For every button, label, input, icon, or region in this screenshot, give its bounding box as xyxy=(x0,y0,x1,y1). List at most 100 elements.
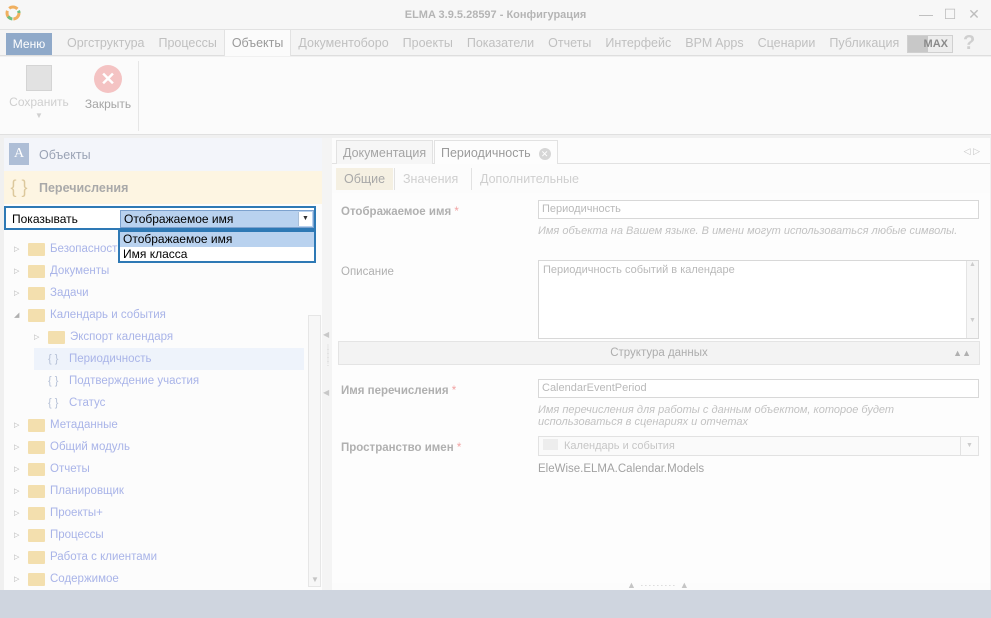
enum-name-label: Имя перечисления * xyxy=(341,385,457,397)
tab-reports[interactable]: Отчеты xyxy=(541,30,598,56)
ribbon-toolbar: Сохранить ▼ ✕ Закрыть xyxy=(0,57,991,135)
tab-projects[interactable]: Проекты xyxy=(396,30,460,56)
collapse-left-icon[interactable]: ◀ xyxy=(323,388,329,397)
enum-name-field[interactable]: CalendarEventPeriod xyxy=(538,379,979,398)
data-structure-group[interactable]: Структура данных ▲▲ xyxy=(338,341,980,365)
braces-icon: { } xyxy=(10,177,28,197)
tree-item-security[interactable]: ▷ Безопасность xyxy=(14,238,123,260)
object-tree-panel: A Объекты { } Перечисления ▷ Безопасность… xyxy=(4,138,322,590)
property-tabs: Общие Значения Дополнительные xyxy=(332,168,990,190)
tab-documentation[interactable]: Документация xyxy=(336,140,434,164)
tab-nav-arrows[interactable]: ◁ ▷ xyxy=(964,146,980,157)
panel-splitter[interactable]: ◀ ⋮ ⋮ ⋮ ⋮ ⋮ ◀ xyxy=(322,138,332,590)
chevron-down-icon[interactable]: ▼ xyxy=(960,437,978,455)
chevron-down-icon[interactable]: ▼ xyxy=(6,111,72,120)
tab-documents[interactable]: Документоборо xyxy=(291,30,395,56)
chevron-down-icon[interactable]: ▼ xyxy=(298,212,312,226)
close-button[interactable]: ✕ Закрыть xyxy=(80,65,136,111)
expand-icon[interactable]: ▷ xyxy=(14,267,24,275)
tree-item-status[interactable]: { } Статус xyxy=(34,392,105,414)
textarea-scrollbar[interactable]: ▲ ▼ xyxy=(966,261,978,338)
namespace-label: Пространство имен * xyxy=(341,442,462,454)
tab-periodicity[interactable]: Периодичность ✕ xyxy=(434,140,558,164)
expand-icon[interactable]: ▷ xyxy=(14,289,24,297)
collapse-up-icon[interactable]: ▲▲ xyxy=(953,342,971,364)
objects-section-header[interactable]: A Объекты xyxy=(4,138,322,171)
tab-objects[interactable]: Объекты xyxy=(223,30,292,56)
folder-icon xyxy=(28,528,45,542)
close-window-icon[interactable]: ✕ xyxy=(966,6,982,22)
tree-item-crm[interactable]: ▷ Работа с клиентами xyxy=(14,546,157,568)
tab-interface[interactable]: Интерфейс xyxy=(598,30,678,56)
tree-item-documents[interactable]: ▷ Документы xyxy=(14,260,109,282)
braces-icon: { } xyxy=(48,375,59,387)
minimize-icon[interactable]: — xyxy=(918,6,934,22)
tree-item-periodicity[interactable]: { } Периодичность xyxy=(34,348,304,370)
tree-item-metadata[interactable]: ▷ Метаданные xyxy=(14,414,118,436)
display-name-hint: Имя объекта на Вашем языке. В имени могу… xyxy=(538,225,958,237)
expand-icon[interactable]: ▷ xyxy=(14,531,24,539)
tab-scenarios[interactable]: Сценарии xyxy=(751,30,823,56)
expand-icon[interactable]: ▷ xyxy=(14,421,24,429)
scroll-down-icon[interactable]: ▼ xyxy=(311,575,319,584)
expand-icon[interactable]: ▷ xyxy=(34,333,44,341)
tree-item-calendar[interactable]: ◢ Календарь и события xyxy=(14,304,166,326)
tree-item-calendar-export[interactable]: ▷ Экспорт календаря xyxy=(34,326,173,348)
show-filter-row: Показывать Отображаемое имя ▼ xyxy=(4,206,316,230)
folder-icon xyxy=(28,242,45,256)
tree-item-scheduler[interactable]: ▷ Планировщик xyxy=(14,480,124,502)
editor-panel: Документация Периодичность ✕ ◁ ▷ Общие Зн… xyxy=(332,138,990,590)
maximize-icon[interactable]: ☐ xyxy=(942,6,958,22)
window-title: ELMA 3.9.5.28597 - Конфигурация xyxy=(404,9,587,21)
close-tab-icon[interactable]: ✕ xyxy=(538,148,551,160)
resize-handle-icon[interactable]: ▲ ········· ▲ xyxy=(627,580,690,590)
option-class-name[interactable]: Имя класса xyxy=(120,247,314,262)
namespace-select[interactable]: Календарь и события ▼ xyxy=(538,436,979,456)
tree-scrollbar[interactable]: ▼ xyxy=(308,315,321,587)
expand-icon[interactable]: ▷ xyxy=(14,553,24,561)
collapse-left-icon[interactable]: ◀ xyxy=(323,330,329,339)
expand-icon[interactable]: ▷ xyxy=(14,245,24,253)
tree-item-common-module[interactable]: ▷ Общий модуль xyxy=(14,436,130,458)
help-icon[interactable]: ? xyxy=(963,32,975,55)
namespace-full-name: EleWise.ELMA.Calendar.Models xyxy=(538,463,705,475)
braces-icon: { } xyxy=(48,397,59,409)
objects-icon: A xyxy=(9,143,29,165)
max-edition-badge: MAX xyxy=(907,35,953,53)
group-label: Структура данных xyxy=(610,347,708,359)
folder-icon xyxy=(28,484,45,498)
folder-icon xyxy=(28,440,45,454)
tree-item-participation[interactable]: { } Подтверждение участия xyxy=(34,370,199,392)
tab-processes[interactable]: Процессы xyxy=(151,30,223,56)
tab-orgstructure[interactable]: Оргструктура xyxy=(60,30,151,56)
display-name-field[interactable]: Периодичность xyxy=(538,200,979,219)
expand-icon[interactable]: ▷ xyxy=(14,465,24,473)
tree-item-processes[interactable]: ▷ Процессы xyxy=(14,524,104,546)
tab-bpm-apps[interactable]: BPM Apps xyxy=(678,30,750,56)
tab-kpi[interactable]: Показатели xyxy=(460,30,541,56)
option-display-name[interactable]: Отображаемое имя xyxy=(120,232,314,247)
main-menu-button[interactable]: Меню xyxy=(6,33,52,55)
folder-icon xyxy=(28,308,45,322)
tree-item-projects-plus[interactable]: ▷ Проекты+ xyxy=(14,502,103,524)
tab-values[interactable]: Значения xyxy=(394,168,466,190)
expand-icon[interactable]: ▷ xyxy=(14,443,24,451)
save-button[interactable]: Сохранить ▼ xyxy=(6,65,72,120)
tab-additional[interactable]: Дополнительные xyxy=(471,168,587,190)
tab-general[interactable]: Общие xyxy=(336,168,394,190)
tab-publication[interactable]: Публикация xyxy=(822,30,906,56)
tree-item-tasks[interactable]: ▷ Задачи xyxy=(14,282,89,304)
enums-section-header[interactable]: { } Перечисления xyxy=(4,171,322,204)
folder-icon xyxy=(28,550,45,564)
description-field[interactable]: Периодичность событий в календаре ▲ ▼ xyxy=(538,260,979,339)
expand-icon[interactable]: ▷ xyxy=(14,575,24,583)
show-mode-select[interactable]: Отображаемое имя ▼ xyxy=(120,210,314,228)
folder-icon xyxy=(28,286,45,300)
expand-icon[interactable]: ▷ xyxy=(14,509,24,517)
tree-item-reports[interactable]: ▷ Отчеты xyxy=(14,458,90,480)
enums-section-label: Перечисления xyxy=(39,181,129,195)
tree-item-content[interactable]: ▷ Содержимое xyxy=(14,568,119,590)
collapse-icon[interactable]: ◢ xyxy=(14,311,24,319)
namespace-value: Календарь и события xyxy=(564,440,675,452)
expand-icon[interactable]: ▷ xyxy=(14,487,24,495)
